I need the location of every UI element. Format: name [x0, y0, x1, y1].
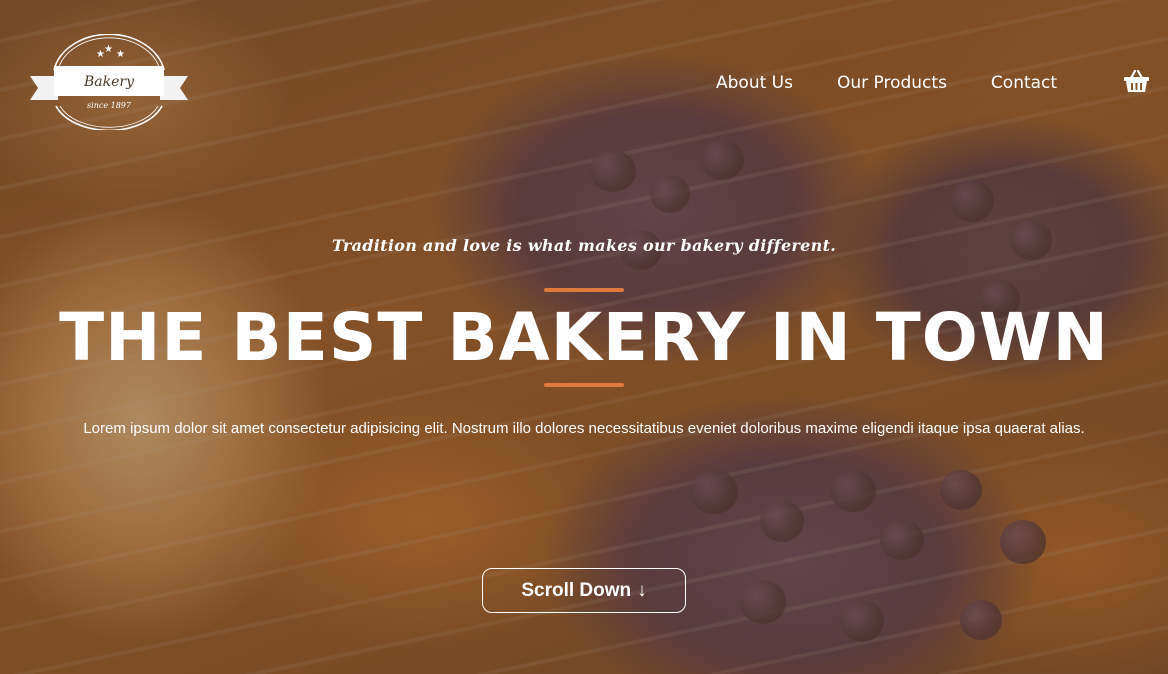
- main-nav: About Us Our Products Contact: [716, 72, 1057, 94]
- hero-description: Lorem ipsum dolor sit amet consectetur a…: [83, 420, 1085, 437]
- bakery-logo[interactable]: ★ ★ ★ Bakery since 1897: [30, 33, 188, 132]
- svg-text:since 1897: since 1897: [87, 101, 132, 110]
- svg-text:★: ★: [116, 49, 125, 60]
- arrow-down-icon: ↓: [637, 579, 647, 601]
- nav-link-contact[interactable]: Contact: [991, 72, 1057, 94]
- accent-divider-bottom: [544, 383, 624, 387]
- accent-divider-top: [544, 288, 624, 292]
- nav-link-about-us[interactable]: About Us: [716, 72, 793, 94]
- svg-text:★: ★: [104, 44, 113, 55]
- hero-tagline: Tradition and love is what makes our bak…: [331, 236, 837, 255]
- scroll-down-label: Scroll Down: [521, 579, 632, 601]
- hero-title: THE BEST BAKERY IN TOWN: [59, 299, 1109, 376]
- svg-text:Bakery: Bakery: [83, 74, 135, 90]
- nav-link-our-products[interactable]: Our Products: [837, 72, 947, 94]
- cart-button[interactable]: [1123, 68, 1150, 95]
- bakery-logo-emblem: ★ ★ ★ Bakery since 1897: [30, 33, 188, 132]
- scroll-down-button[interactable]: Scroll Down ↓: [482, 568, 686, 613]
- basket-icon: [1124, 69, 1149, 92]
